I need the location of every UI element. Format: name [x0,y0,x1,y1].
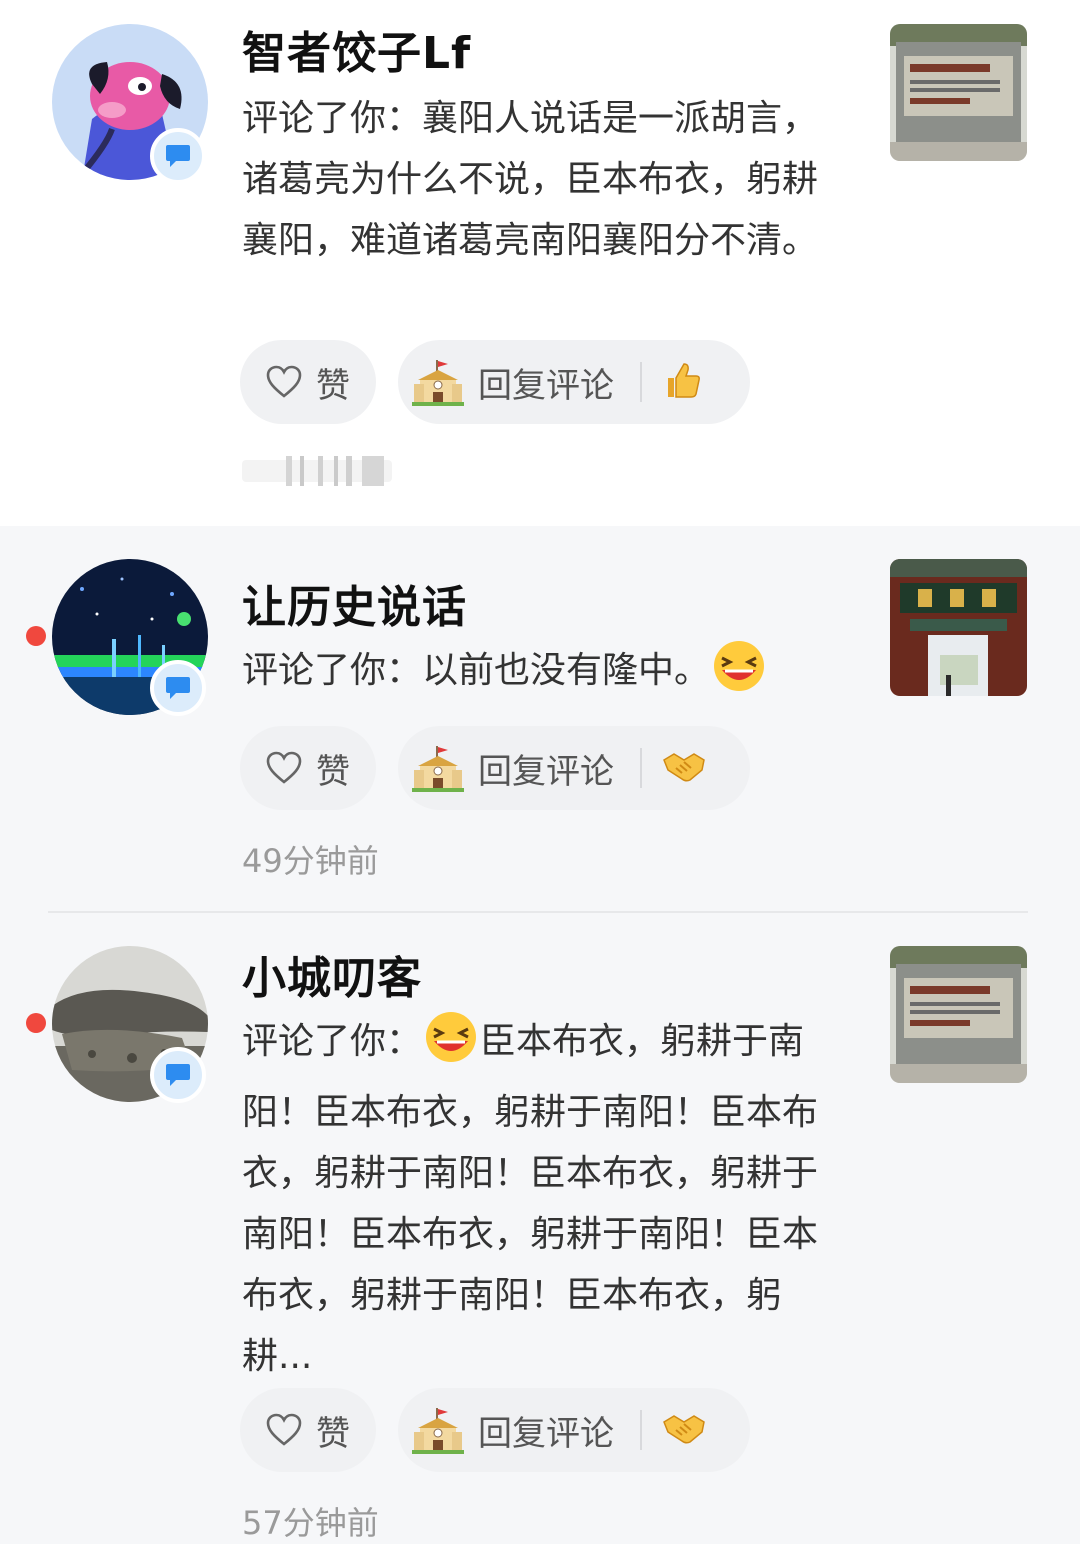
notification-item[interactable]: 小城叨客 评论了你： 臣本布衣，躬耕于南阳！臣本布衣，躬耕于南阳！臣本布衣，躬耕… [0,913,1080,1542]
handshake-icon[interactable] [662,748,706,788]
like-button[interactable]: 赞 [240,726,376,810]
thumbs-up-icon[interactable] [662,360,702,404]
notification-item[interactable]: 让历史说话 评论了你：以前也没有隆中。 赞 回复评论 49分钟前 [0,526,1080,912]
unread-dot [26,626,46,646]
message-icon [166,677,190,699]
heart-outline-icon [266,365,302,398]
username[interactable]: 智者饺子Lf [242,26,471,82]
comment-badge [150,128,206,184]
message-icon [166,145,190,167]
like-button[interactable]: 赞 [240,1388,376,1472]
reply-comment-button[interactable]: 回复评论 [398,1388,750,1472]
comment-prefix: 评论了你： [242,1021,423,1062]
pill-divider [640,748,642,788]
post-thumbnail[interactable] [890,559,1027,696]
post-thumbnail[interactable] [890,946,1027,1083]
comment-rest: 臣本布衣，躬耕于南阳！臣本布衣，躬耕于南阳！臣本布衣，躬耕于南阳！臣本布衣，躬耕… [242,1021,819,1377]
reply-label: 回复评论 [478,751,614,792]
comment-text[interactable]: 评论了你：以前也没有隆中。 [242,640,852,711]
school-building-icon [412,746,464,792]
heart-outline-icon [266,751,302,784]
username[interactable]: 小城叨客 [242,951,422,1007]
comment-badge [150,1047,206,1103]
reply-comment-button[interactable]: 回复评论 [398,726,750,810]
school-building-icon [412,1408,464,1454]
comment-text[interactable]: 评论了你： 臣本布衣，躬耕于南阳！臣本布衣，躬耕于南阳！臣本布衣，躬耕于南阳！臣… [242,1011,848,1387]
reply-label: 回复评论 [478,365,614,406]
username[interactable]: 让历史说话 [242,580,467,636]
comment-text[interactable]: 评论了你：襄阳人说话是一派胡言，诸葛亮为什么不说，臣本布衣，躬耕襄阳，难道诸葛亮… [242,88,852,271]
unread-dot [26,1013,46,1033]
handshake-icon[interactable] [662,1410,706,1450]
like-label: 赞 [316,365,350,406]
reply-comment-button[interactable]: 回复评论 [398,340,750,424]
reply-label: 回复评论 [478,1413,614,1454]
pill-divider [640,1410,642,1450]
comment-prefix: 评论了你：以前也没有隆中。 [242,650,711,691]
like-label: 赞 [316,1413,350,1454]
school-building-icon [412,360,464,406]
like-label: 赞 [316,751,350,792]
pill-divider [640,362,642,402]
post-thumbnail[interactable] [890,24,1027,161]
comment-badge [150,660,206,716]
laughing-emoji [710,640,768,711]
notification-item[interactable]: 智者饺子Lf 评论了你：襄阳人说话是一派胡言，诸葛亮为什么不说，臣本布衣，躬耕襄… [0,0,1080,526]
heart-outline-icon [266,1413,302,1446]
timestamp: 49分钟前 [242,842,379,880]
laughing-emoji [422,1011,480,1082]
blurred-time [242,452,392,488]
timestamp: 57分钟前 [242,1504,379,1542]
like-button[interactable]: 赞 [240,340,376,424]
message-icon [166,1064,190,1086]
